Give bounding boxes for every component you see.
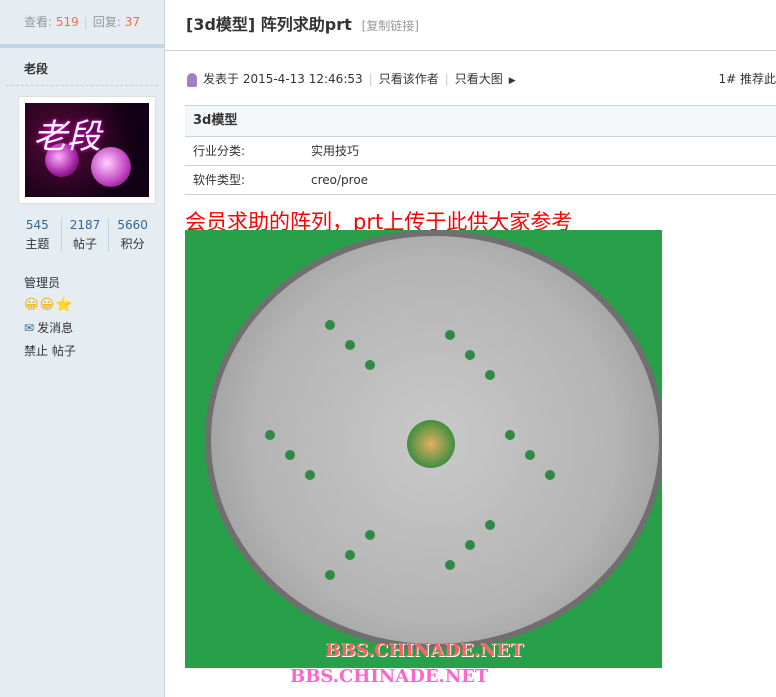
copy-link[interactable]: [复制链接]: [362, 19, 419, 33]
info-table-header: 3d模型: [185, 106, 776, 137]
watermark: BBS.CHINADE.NET: [325, 640, 524, 661]
only-images-link[interactable]: 只看大图: [455, 72, 503, 86]
info-row: 软件类型: creo/proe: [185, 166, 776, 195]
saw-blade-photo[interactable]: BBS.CHINADE.NET: [185, 230, 662, 668]
floor-number[interactable]: 1# 推荐此: [718, 63, 776, 95]
watermark: BBS.CHINADE.NET: [290, 666, 489, 687]
author-name[interactable]: 老段: [6, 48, 158, 86]
thread-stats: 查看: 519 | 回复: 37: [0, 0, 164, 48]
avatar[interactable]: 老段: [18, 96, 156, 204]
only-author-link[interactable]: 只看该作者: [379, 72, 439, 86]
count-credits[interactable]: 5660 积分: [109, 218, 156, 252]
view-count: 519: [55, 15, 79, 29]
post-body: [3d模型] 阵列求助prt [复制链接] 发表于 2015-4-13 12:4…: [165, 0, 776, 697]
post-author-sidebar: 查看: 519 | 回复: 37 老段 老段 545 主题 2187 帖子 5660…: [0, 0, 165, 697]
count-posts[interactable]: 2187 帖子: [62, 218, 110, 252]
avatar-calligraphy: 老段: [33, 117, 101, 157]
author-counts: 545 主题 2187 帖子 5660 积分: [14, 218, 156, 252]
online-user-icon: [187, 72, 197, 87]
thread-info-table: 3d模型 行业分类: 实用技巧 软件类型: creo/proe: [185, 105, 776, 195]
send-message-link[interactable]: ✉ 发消息: [24, 319, 164, 336]
thread-title-row: [3d模型] 阵列求助prt [复制链接]: [165, 0, 776, 51]
reply-count: 37: [124, 15, 140, 29]
info-row: 行业分类: 实用技巧: [185, 137, 776, 166]
thread-title: [3d模型] 阵列求助prt: [186, 15, 352, 34]
ban-post-link[interactable]: 禁止 帖子: [24, 342, 164, 359]
user-group[interactable]: 管理员: [24, 274, 164, 291]
count-topics[interactable]: 545 主题: [14, 218, 62, 252]
rank-icons: 😀😀⭐: [24, 297, 74, 313]
mail-icon: ✉: [24, 321, 35, 335]
post-meta: 发表于 2015-4-13 12:46:53 | 只看该作者 | 只看大图 ▶ 1# 推荐…: [165, 63, 776, 95]
triangle-right-icon: ▶: [508, 76, 516, 86]
post-date: 发表于 2015-4-13 12:46:53: [203, 72, 363, 86]
blade-hub: [407, 420, 455, 468]
